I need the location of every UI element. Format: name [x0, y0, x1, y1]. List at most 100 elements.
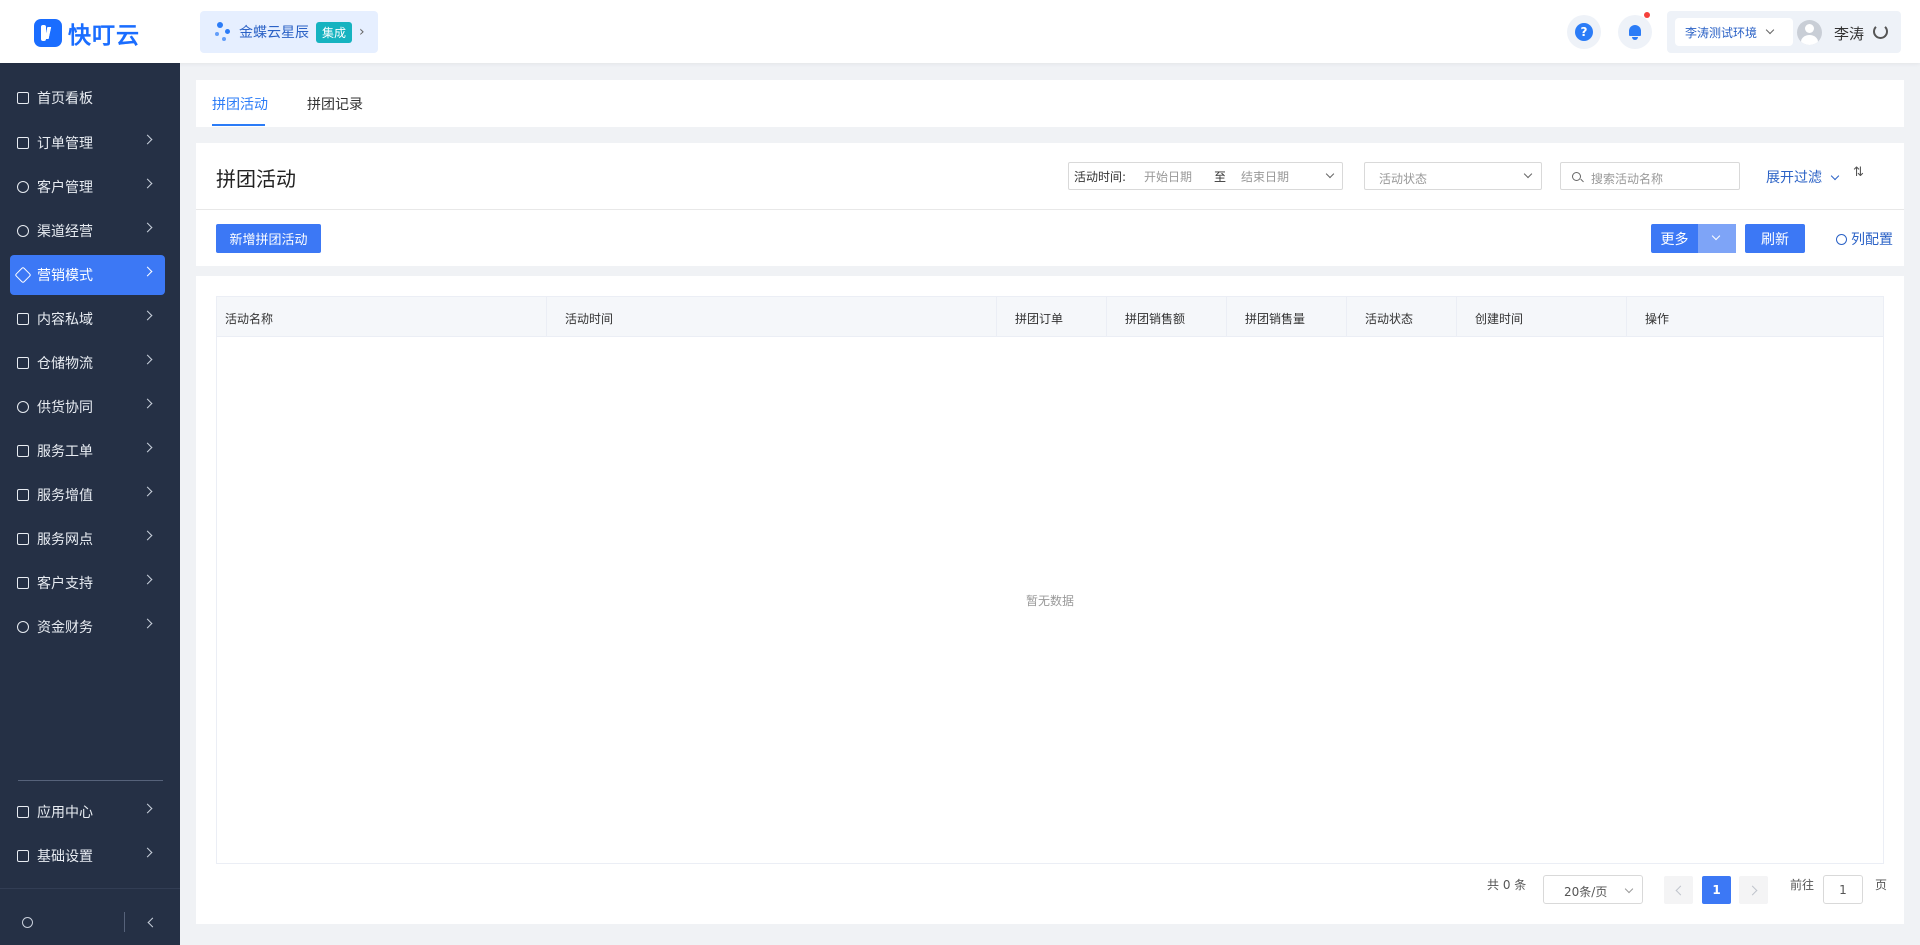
start-date-input[interactable]: 开始日期: [1144, 168, 1214, 185]
next-page-button[interactable]: [1739, 876, 1768, 904]
column-header-sales-amount[interactable]: 拼团销售额: [1107, 297, 1227, 337]
store-icon: [17, 533, 29, 545]
refresh-button[interactable]: 刷新: [1745, 224, 1805, 253]
page-size-select[interactable]: 20条/页: [1543, 875, 1643, 904]
chevron-down-icon: [1765, 25, 1775, 35]
yen-icon: [17, 621, 29, 633]
sidebar-item-finance[interactable]: 资金财务: [10, 607, 165, 647]
bell-icon: [1628, 24, 1642, 40]
column-config-label: 列配置: [1851, 232, 1893, 248]
activity-date-range[interactable]: 活动时间: 开始日期 至 结束日期: [1068, 162, 1343, 190]
sidebar-item-label: 服务增值: [37, 488, 93, 504]
sidebar-item-marketing[interactable]: 营销模式: [10, 255, 165, 295]
logo-text: 快叮云: [68, 23, 140, 49]
box-icon: [17, 357, 29, 369]
goto-page-input[interactable]: 1: [1823, 875, 1863, 904]
tab-group-buy-activities[interactable]: 拼团活动: [212, 94, 268, 114]
avatar[interactable]: [1797, 20, 1822, 45]
tenant-badge: 集成: [316, 21, 353, 43]
sidebar-item-label: 资金财务: [37, 620, 93, 636]
sidebar-item-label: 营销模式: [37, 268, 93, 284]
column-header-status[interactable]: 活动状态: [1347, 297, 1457, 337]
cube-icon: [17, 806, 29, 818]
sort-icon[interactable]: ⇅: [1853, 165, 1864, 180]
gear-icon: [1836, 233, 1847, 245]
search-input[interactable]: 搜索活动名称: [1560, 162, 1740, 190]
sidebar-item-label: 内容私域: [37, 312, 93, 328]
chevron-right-icon: [142, 618, 153, 629]
active-tab-indicator: [212, 124, 265, 126]
tab-group-buy-records[interactable]: 拼团记录: [307, 94, 363, 114]
chevron-right-icon: [142, 486, 153, 497]
page-unit-label: 页: [1875, 878, 1888, 892]
sidebar-divider: [18, 780, 163, 781]
column-header-created[interactable]: 创建时间: [1457, 297, 1627, 337]
sidebar-item-dashboard[interactable]: 首页看板: [10, 78, 165, 118]
activity-status-select[interactable]: 活动状态: [1364, 162, 1542, 190]
clipboard-icon: [17, 137, 29, 149]
tag-icon: [14, 266, 32, 284]
sidebar-item-warehouse[interactable]: 仓储物流: [10, 343, 165, 383]
end-date-input[interactable]: 结束日期: [1241, 168, 1321, 185]
chevron-right-icon: [142, 442, 153, 453]
sidebar-item-label: 服务工单: [37, 444, 93, 460]
chevron-down-icon: [1831, 171, 1840, 181]
notification-button[interactable]: [1618, 12, 1652, 49]
column-header-time[interactable]: 活动时间: [547, 297, 997, 337]
logo-icon: [34, 19, 62, 47]
sidebar-item-label: 基础设置: [37, 849, 93, 865]
environment-select[interactable]: 李涛测试环境: [1675, 18, 1793, 46]
more-arrow[interactable]: [1698, 224, 1736, 253]
sidebar-item-orders[interactable]: 订单管理: [10, 123, 165, 163]
prev-page-button[interactable]: [1664, 876, 1693, 904]
help-button[interactable]: ?: [1567, 15, 1601, 49]
chevron-down-icon: [1624, 884, 1634, 894]
sidebar-item-outlets[interactable]: 服务网点: [10, 519, 165, 559]
sidebar-item-app-center[interactable]: 应用中心: [10, 792, 165, 832]
environment-label: 李涛测试环境: [1685, 25, 1758, 40]
chevron-down-icon: [1523, 169, 1533, 179]
chevron-right-icon: [142, 266, 153, 277]
column-header-actions: 操作: [1645, 312, 1670, 326]
sidebar-item-supply[interactable]: 供货协同: [10, 387, 165, 427]
user-name[interactable]: 李涛: [1834, 23, 1864, 44]
column-header-sales-volume[interactable]: 拼团销售量: [1227, 297, 1347, 337]
sidebar-item-customers[interactable]: 客户管理: [10, 167, 165, 207]
search-placeholder: 搜索活动名称: [1591, 172, 1664, 186]
sidebar-item-content[interactable]: 内容私域: [10, 299, 165, 339]
expand-filter-button[interactable]: 展开过滤: [1766, 167, 1840, 187]
refresh-icon[interactable]: [1873, 24, 1888, 39]
table-panel: 活动名称 活动时间 拼团订单 拼团销售额 拼团销售量 活动状态 创建时间 操作 …: [196, 276, 1904, 924]
chevron-right-icon: [142, 134, 153, 145]
tenant-logo-icon: [214, 21, 232, 43]
user-icon: [17, 181, 29, 193]
column-header-orders[interactable]: 拼团订单: [997, 297, 1107, 337]
top-header: 快叮云 金蝶云星辰 集成 › ? 李涛测试环境 李涛: [0, 0, 1920, 63]
app-logo[interactable]: 快叮云: [34, 16, 140, 50]
sidebar-footer-separator: [124, 912, 125, 932]
chevron-right-icon: [142, 530, 153, 541]
more-dropdown-button[interactable]: 更多: [1651, 224, 1736, 253]
sidebar-item-support[interactable]: 客户支持: [10, 563, 165, 603]
sidebar-item-value-added[interactable]: 服务增值: [10, 475, 165, 515]
column-header-name[interactable]: 活动名称: [217, 297, 547, 337]
total-count: 共 0 条: [1487, 878, 1527, 892]
date-range-separator: 至: [1214, 169, 1227, 184]
sidebar-item-service-orders[interactable]: 服务工单: [10, 431, 165, 471]
sidebar-item-settings[interactable]: 基础设置: [10, 836, 165, 876]
date-range-label: 活动时间:: [1074, 169, 1127, 184]
sidebar-item-channels[interactable]: 渠道经营: [10, 211, 165, 251]
collapse-sidebar-icon[interactable]: [147, 917, 158, 928]
network-icon: [17, 225, 29, 237]
page-number[interactable]: 1: [1702, 876, 1731, 904]
sidebar-item-label: 供货协同: [37, 400, 93, 416]
column-config-button[interactable]: 列配置: [1836, 229, 1893, 249]
add-group-buy-button[interactable]: 新增拼团活动: [216, 224, 321, 253]
title-divider: [196, 209, 1904, 210]
gear-icon[interactable]: [22, 917, 33, 928]
data-table: 活动名称 活动时间 拼团订单 拼团销售额 拼团销售量 活动状态 创建时间 操作 …: [216, 296, 1884, 864]
supplier-icon: [17, 401, 29, 413]
chevron-right-icon: [142, 222, 153, 233]
goto-label: 前往: [1790, 878, 1815, 892]
tenant-switcher[interactable]: 金蝶云星辰 集成 ›: [200, 11, 378, 53]
